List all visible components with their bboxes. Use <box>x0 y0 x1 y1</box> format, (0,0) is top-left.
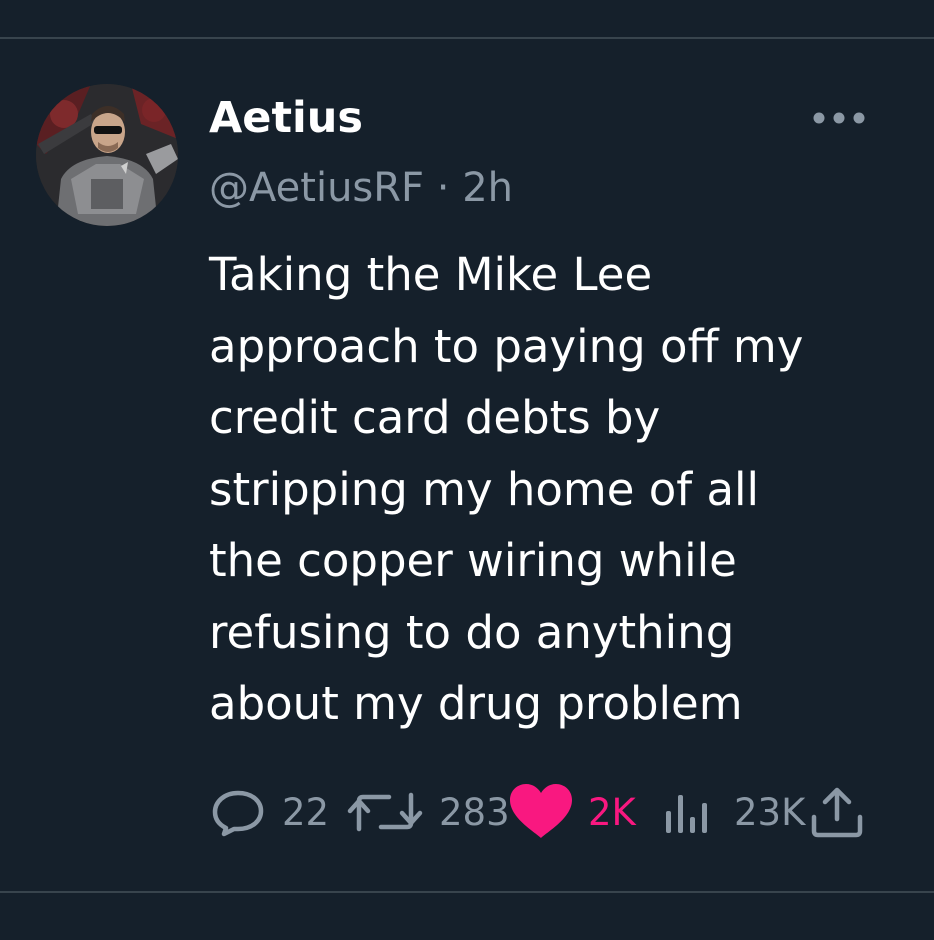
reply-button[interactable]: 22 <box>208 782 329 842</box>
tweet-text-line: Taking the Mike Lee <box>209 248 653 301</box>
action-bar: 22 283 2K 23K <box>0 782 934 842</box>
post-time[interactable]: 2h <box>462 165 513 211</box>
tweet-text-line: credit card debts by <box>209 391 661 444</box>
more-options-button[interactable] <box>808 100 870 136</box>
heart-filled-icon <box>510 784 572 838</box>
views-button[interactable]: 23K <box>660 782 805 842</box>
more-horizontal-icon <box>813 112 865 124</box>
tweet-text-line: approach to paying off my <box>209 319 804 373</box>
like-count: 2K <box>588 790 636 834</box>
tweet-text-line: refusing to do anything <box>209 605 735 659</box>
author-handle[interactable]: @AetiusRF <box>209 165 424 211</box>
reply-bubble-icon <box>212 790 264 837</box>
share-button[interactable] <box>808 782 866 842</box>
tweet-text-line: about my drug problem <box>209 677 743 730</box>
meta-separator: · <box>436 165 450 211</box>
bottom-divider <box>0 891 934 893</box>
reply-count: 22 <box>282 790 330 834</box>
avatar[interactable] <box>36 84 178 226</box>
profile-photo-icon <box>36 84 178 226</box>
top-divider <box>0 37 934 39</box>
tweet-text: Taking the Mike Lee approach to paying o… <box>209 239 899 740</box>
repost-arrows-icon <box>347 792 423 832</box>
like-button[interactable]: 2K <box>508 782 636 842</box>
author-display-name[interactable]: Aetius <box>209 92 363 144</box>
repost-count: 283 <box>439 790 510 834</box>
tweet-text-line: the copper wiring while <box>209 534 737 587</box>
views-count: 23K <box>734 790 806 834</box>
analytics-bars-icon <box>666 795 707 833</box>
repost-button[interactable]: 283 <box>345 782 510 842</box>
author-meta: @AetiusRF · 2h <box>209 163 513 213</box>
tweet-text-line: stripping my home of all <box>209 462 760 516</box>
share-upload-icon <box>811 787 863 838</box>
